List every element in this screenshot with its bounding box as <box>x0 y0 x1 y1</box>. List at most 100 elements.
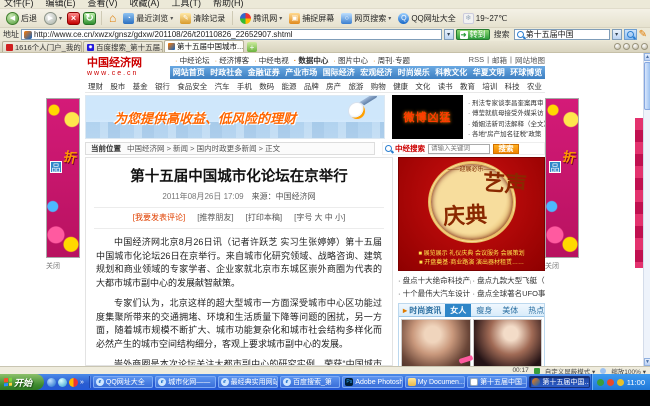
subnav-item[interactable]: 汽车 <box>215 81 230 92</box>
task-my-documents[interactable]: My Documen... <box>404 376 466 388</box>
tab-slimming[interactable]: 瘦身 <box>471 304 497 317</box>
task-forum-window[interactable]: 第十五届中国.. <box>467 376 528 388</box>
tab-women[interactable]: 女人 <box>445 303 472 317</box>
subnav-item[interactable]: 理财 <box>88 81 103 92</box>
quicklaunch-browser-icon[interactable] <box>47 377 56 387</box>
task-qq-sites[interactable]: e QQ网址大全 <box>92 376 154 388</box>
top-link-data[interactable]: · 数据中心 <box>294 55 329 66</box>
highlight-icon[interactable]: ✎ <box>639 29 647 40</box>
weather-widget[interactable]: ❄ 19~27℃ <box>461 12 509 25</box>
sidebar-link[interactable]: · 盘点全球著名UFO事件 <box>473 288 546 299</box>
subnav-item[interactable]: 购物 <box>371 81 386 92</box>
subnav-item[interactable]: 手机 <box>237 81 252 92</box>
web-search-button[interactable]: ○ 网页搜索 ▾ <box>339 12 393 25</box>
quicklaunch-overflow-icon[interactable]: » <box>80 379 84 386</box>
tab-body[interactable]: 美体 <box>497 304 523 317</box>
task-classic-sites[interactable]: e 最经典实用网站 <box>217 376 278 388</box>
quicklaunch-desktop-icon[interactable] <box>58 377 67 387</box>
menu-favorites[interactable]: 收藏(A) <box>130 0 160 8</box>
comment-link[interactable]: [我要发表评论] <box>133 212 185 223</box>
task-urbanization-site[interactable]: e 城市化网—— <box>155 376 216 388</box>
go-button[interactable]: ➜ 转到 <box>455 29 490 40</box>
link-sitemap[interactable]: 网站地图 <box>515 55 545 66</box>
search-go-button[interactable] <box>623 29 637 40</box>
tab-active-article[interactable]: 第十五届中国城市...× <box>164 40 244 52</box>
tab-scroll-left-icon[interactable] <box>614 43 621 50</box>
sidebar-link[interactable]: · 盘点十大绝命科技产品 <box>398 275 471 286</box>
search-dropdown-icon[interactable]: ▾ <box>611 29 622 40</box>
left-ad-close-button[interactable]: 关闭 <box>46 261 60 271</box>
left-floating-ad[interactable]: 折 品 <box>46 98 80 258</box>
menu-tools[interactable]: 工具(T) <box>172 0 202 8</box>
site-search-input[interactable] <box>428 143 490 154</box>
capture-screen-button[interactable]: ▣ 捕捉屏幕 <box>287 12 336 25</box>
subnav-item[interactable]: 能源 <box>282 81 297 92</box>
recommend-link[interactable]: [推荐朋友] <box>197 212 233 223</box>
forward-button[interactable]: ▶ ▾ <box>42 11 64 26</box>
finance-banner-ad[interactable]: 为您提供高收益、低风险的理财 <box>85 95 385 139</box>
top-link-blog[interactable]: · 经济博客 <box>215 55 250 66</box>
right-floating-ad[interactable]: 折 品 <box>545 98 579 258</box>
article-source[interactable]: 来源：中国经济网 <box>252 192 316 201</box>
print-link[interactable]: [打印本稿] <box>246 212 282 223</box>
subnav-item[interactable]: 品牌 <box>304 81 319 92</box>
new-tab-button[interactable]: + <box>247 42 257 52</box>
subnav-item[interactable]: 房产 <box>326 81 341 92</box>
edge-strip-ad[interactable] <box>635 118 643 268</box>
nav-industry[interactable]: 产业市场 <box>285 67 317 78</box>
subnav-item[interactable]: 股市 <box>110 81 125 92</box>
tray-volume-icon[interactable] <box>616 378 624 386</box>
top-link-forum[interactable]: · 中经论坛 <box>175 55 210 66</box>
subnav-item[interactable]: 银行 <box>155 81 170 92</box>
menu-view[interactable]: 查看(V) <box>88 0 118 8</box>
task-active-browser[interactable]: 第十五届中国... <box>529 376 590 388</box>
subnav-item[interactable]: 食品安全 <box>177 81 207 92</box>
top-link-photo[interactable]: · 图片中心 <box>333 55 368 66</box>
weibo-promo-ad[interactable]: 微博凶猛 <box>392 95 463 139</box>
tab-hot[interactable]: 热点 <box>523 304 545 317</box>
tab-baidu-search[interactable]: 百度搜索_第十五届... <box>83 41 163 52</box>
stop-button[interactable]: × <box>67 11 81 25</box>
home-button[interactable]: ⌂ <box>107 12 118 24</box>
tab-1616-portal[interactable]: 1616个人门户_我的... <box>2 41 82 52</box>
toolbar-search-input[interactable]: 第十五届中国 <box>513 29 610 40</box>
subnav-item[interactable]: 培训 <box>482 81 497 92</box>
tab-scroll-right-icon[interactable] <box>623 43 630 50</box>
start-button[interactable]: 开始 <box>0 374 44 390</box>
address-input[interactable]: http://www.ce.cn/xwzx/gnsz/gdxw/201108/2… <box>21 29 442 40</box>
nav-finance[interactable]: 金融证券 <box>248 67 280 78</box>
tencent-site-button[interactable]: 腾讯网 ▾ <box>238 12 284 25</box>
recent-history-button[interactable]: ◔ 最近浏览 ▾ <box>121 12 175 25</box>
subnav-item[interactable]: 健康 <box>393 81 408 92</box>
nav-macro[interactable]: 宏观经济 <box>360 67 392 78</box>
nav-fashion[interactable]: 时尚娱乐 <box>398 67 430 78</box>
link-rss[interactable]: RSS <box>469 55 484 66</box>
menu-file[interactable]: 文件(F) <box>4 0 34 8</box>
breadcrumb-path[interactable]: 中国经济网 > 新闻 > 国内时政更多新闻 > 正文 <box>127 143 280 154</box>
task-baidu-search[interactable]: e 百度搜索_第 <box>279 376 341 388</box>
site-search-button[interactable]: 搜索 <box>493 143 519 154</box>
headline-link[interactable]: · 傅莹就航母接受外媒采访 <box>468 107 545 117</box>
vertical-scrollbar[interactable]: ▲ ▼ <box>643 53 650 366</box>
sidebar-link[interactable]: · 盘点九款大型飞艇（图） <box>473 275 546 286</box>
headline-link[interactable]: · 婚姻法新司法解释（全文） <box>468 118 545 128</box>
address-dropdown-icon[interactable]: ▾ <box>443 29 454 40</box>
nav-politics[interactable]: 时政社会 <box>210 67 242 78</box>
top-link-weekly[interactable]: · 周刊·专题 <box>373 55 410 66</box>
tray-antivirus-icon[interactable] <box>596 378 604 386</box>
clear-history-button[interactable]: ✎ 清除记录 <box>178 12 227 25</box>
site-logo[interactable]: 中国经济网 www.ce.cn <box>87 54 171 77</box>
refresh-button[interactable]: ↻ <box>83 11 97 25</box>
tab-close-all-icon[interactable] <box>641 43 648 50</box>
headline-link[interactable]: · 各地“房产加名征税”政策 <box>468 128 545 138</box>
qq-sites-button[interactable]: Q QQ网址大全 <box>396 12 457 25</box>
link-mail[interactable]: 邮箱 <box>492 55 507 66</box>
sidebar-link[interactable]: · 十个最伟大汽车设计（图） <box>398 288 471 299</box>
scrollbar-thumb[interactable] <box>644 62 650 110</box>
nav-global[interactable]: 环球博览 <box>510 67 542 78</box>
menu-help[interactable]: 帮助(H) <box>213 0 244 8</box>
subnav-item[interactable]: 基金 <box>133 81 148 92</box>
tray-app-icon[interactable] <box>606 378 614 386</box>
celebrity-photo-2[interactable] <box>472 319 542 366</box>
subnav-item[interactable]: 文化 <box>415 81 430 92</box>
